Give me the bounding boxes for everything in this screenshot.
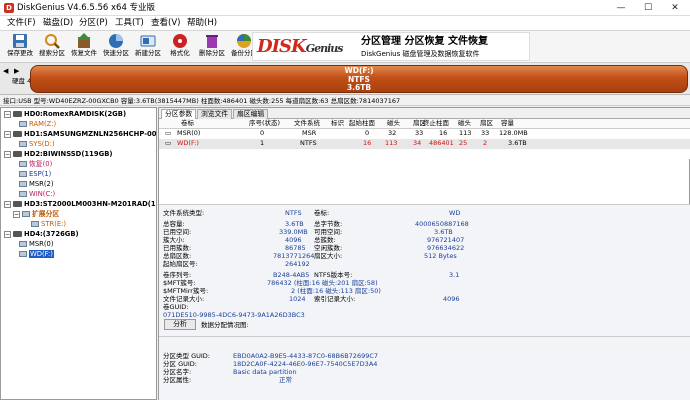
disk-icon bbox=[13, 201, 22, 207]
disk-icon bbox=[13, 131, 22, 137]
disk-icon bbox=[13, 151, 22, 157]
partition-icon bbox=[19, 181, 27, 187]
menu-help[interactable]: 帮助(H) bbox=[184, 17, 220, 30]
title-bar: D DiskGenius V4.6.5.56 x64 专业版 — ☐ ✕ bbox=[0, 0, 690, 16]
prev-disk-icon[interactable]: ◀ bbox=[3, 67, 8, 75]
partition-bar-size: 3.6TB bbox=[346, 83, 372, 92]
divider bbox=[159, 336, 690, 337]
disk-icon bbox=[13, 231, 22, 237]
analyze-button[interactable]: 分析 bbox=[164, 319, 196, 330]
disk-tree: − HD0:RomexRAMDISK(2GB) RAM(Z:) − HD1:SAMS… bbox=[0, 107, 157, 400]
menu-partition[interactable]: 分区(P) bbox=[76, 17, 111, 30]
tree-part-recovery[interactable]: 恢复(0) bbox=[19, 159, 52, 169]
save-icon bbox=[13, 34, 27, 48]
menu-bar: 文件(F) 磁盘(D) 分区(P) 工具(T) 查看(V) 帮助(H) bbox=[0, 16, 690, 31]
menu-file[interactable]: 文件(F) bbox=[4, 17, 39, 30]
partition-details: 文件系统类型: NTFS 卷标: WD 总容量: 3.6TB 总字节数: 400… bbox=[159, 205, 690, 400]
tree-disk-hd3[interactable]: −HD3:ST2000LM003HN-M201RAD(1863GB bbox=[4, 199, 156, 209]
tab-bar: 分区参数 浏览文件 扇区编辑 bbox=[159, 108, 690, 120]
partition-icon bbox=[19, 141, 27, 147]
app-icon: D bbox=[4, 3, 14, 13]
disk-icon bbox=[13, 111, 22, 117]
disk-label: 硬盘 4 bbox=[12, 77, 32, 85]
tab-browse-files[interactable]: 浏览文件 bbox=[197, 109, 233, 119]
backup-icon bbox=[237, 34, 251, 48]
main-pane: 分区参数 浏览文件 扇区编辑 卷标 序号(状态) 文件系统 标识 起始柱面 磁头… bbox=[158, 107, 690, 400]
diskgenius-logo: DISKGenius bbox=[257, 36, 343, 57]
search-icon bbox=[45, 34, 60, 49]
close-button[interactable]: ✕ bbox=[662, 0, 688, 16]
table-row[interactable]: ▭ MSR(0) 0 MSR 0 32 33 16 113 33 128.0MB bbox=[159, 129, 690, 139]
tree-part-msr2[interactable]: MSR(2) bbox=[19, 179, 54, 189]
tree-disk-hd0[interactable]: − HD0:RomexRAMDISK(2GB) bbox=[4, 109, 126, 119]
menu-tools[interactable]: 工具(T) bbox=[112, 17, 147, 30]
menu-disk[interactable]: 磁盘(D) bbox=[40, 17, 76, 30]
tree-part-win[interactable]: WIN(C:) bbox=[19, 189, 55, 199]
menu-view[interactable]: 查看(V) bbox=[148, 17, 183, 30]
partition-icon bbox=[19, 251, 27, 257]
tree-part-sys[interactable]: SYS(D:) bbox=[19, 139, 55, 149]
table-row-selected[interactable]: ▭ WD(F:) 1 NTFS 16 113 34 486401 25 2 3.… bbox=[159, 139, 690, 149]
tree-part-msr0[interactable]: MSR(0) bbox=[19, 239, 54, 249]
disk-map-bar: ◀ ▶ 硬盘 4 WD(F:) NTFS 3.6TB bbox=[0, 63, 690, 95]
tree-part-wd-selected[interactable]: WD(F:) bbox=[19, 249, 54, 259]
recover-icon bbox=[78, 33, 90, 48]
partition-icon bbox=[19, 121, 27, 127]
tree-disk-hd1[interactable]: −HD1:SAMSUNGMZNLN256HCHP-00000(238 bbox=[4, 129, 156, 139]
banner-slogan: 分区管理 分区恢复 文件恢复 bbox=[361, 36, 488, 47]
tree-part-extended[interactable]: − 扩展分区 bbox=[13, 209, 59, 219]
table-header: 卷标 序号(状态) 文件系统 标识 起始柱面 磁头 扇区 终止柱面 磁头 扇区 … bbox=[159, 119, 690, 129]
quick-partition-icon bbox=[109, 34, 123, 48]
partition-table: 卷标 序号(状态) 文件系统 标识 起始柱面 磁头 扇区 终止柱面 磁头 扇区 … bbox=[159, 119, 690, 159]
tree-part-esp[interactable]: ESP(1) bbox=[19, 169, 51, 179]
window-title: DiskGenius V4.6.5.56 x64 专业版 bbox=[17, 3, 156, 13]
delete-icon bbox=[206, 35, 218, 48]
partition-icon bbox=[19, 241, 27, 247]
partition-icon bbox=[19, 161, 27, 167]
partition-icon: ▭ bbox=[165, 129, 172, 137]
partition-icon bbox=[22, 211, 30, 217]
maximize-button[interactable]: ☐ bbox=[635, 0, 661, 16]
partition-icon: ▭ bbox=[165, 139, 172, 147]
disk-info-line: 接口:USB 型号:WD40EZRZ-00GXCB0 容量:3.6TB(3815… bbox=[0, 96, 690, 106]
tree-part-str[interactable]: STR(E:) bbox=[31, 219, 66, 229]
allocation-map-label: 数据分配情况图: bbox=[201, 321, 249, 329]
minimize-button[interactable]: — bbox=[608, 0, 634, 16]
app-banner: DISKGenius 分区管理 分区恢复 文件恢复 DiskGenius 磁盘管… bbox=[252, 32, 530, 61]
next-disk-icon[interactable]: ▶ bbox=[14, 67, 19, 75]
tree-part-ram[interactable]: RAM(Z:) bbox=[19, 119, 56, 129]
tree-disk-hd2[interactable]: − HD2:BIWINSSD(119GB) bbox=[4, 149, 113, 159]
partition-icon bbox=[31, 221, 39, 227]
partition-bar-wd[interactable]: WD(F:) NTFS 3.6TB bbox=[30, 65, 688, 93]
new-partition-icon bbox=[140, 35, 156, 47]
tree-disk-hd4[interactable]: − HD4:(3726GB) bbox=[4, 229, 79, 239]
tab-sector-edit[interactable]: 扇区编辑 bbox=[233, 109, 269, 119]
banner-subtitle: DiskGenius 磁盘管理及数据恢复软件 bbox=[361, 50, 480, 58]
format-icon bbox=[173, 34, 187, 48]
diskgenius-window: D DiskGenius V4.6.5.56 x64 专业版 — ☐ ✕ 文件(… bbox=[0, 0, 690, 400]
partition-icon bbox=[19, 171, 27, 177]
partition-icon bbox=[19, 191, 27, 197]
